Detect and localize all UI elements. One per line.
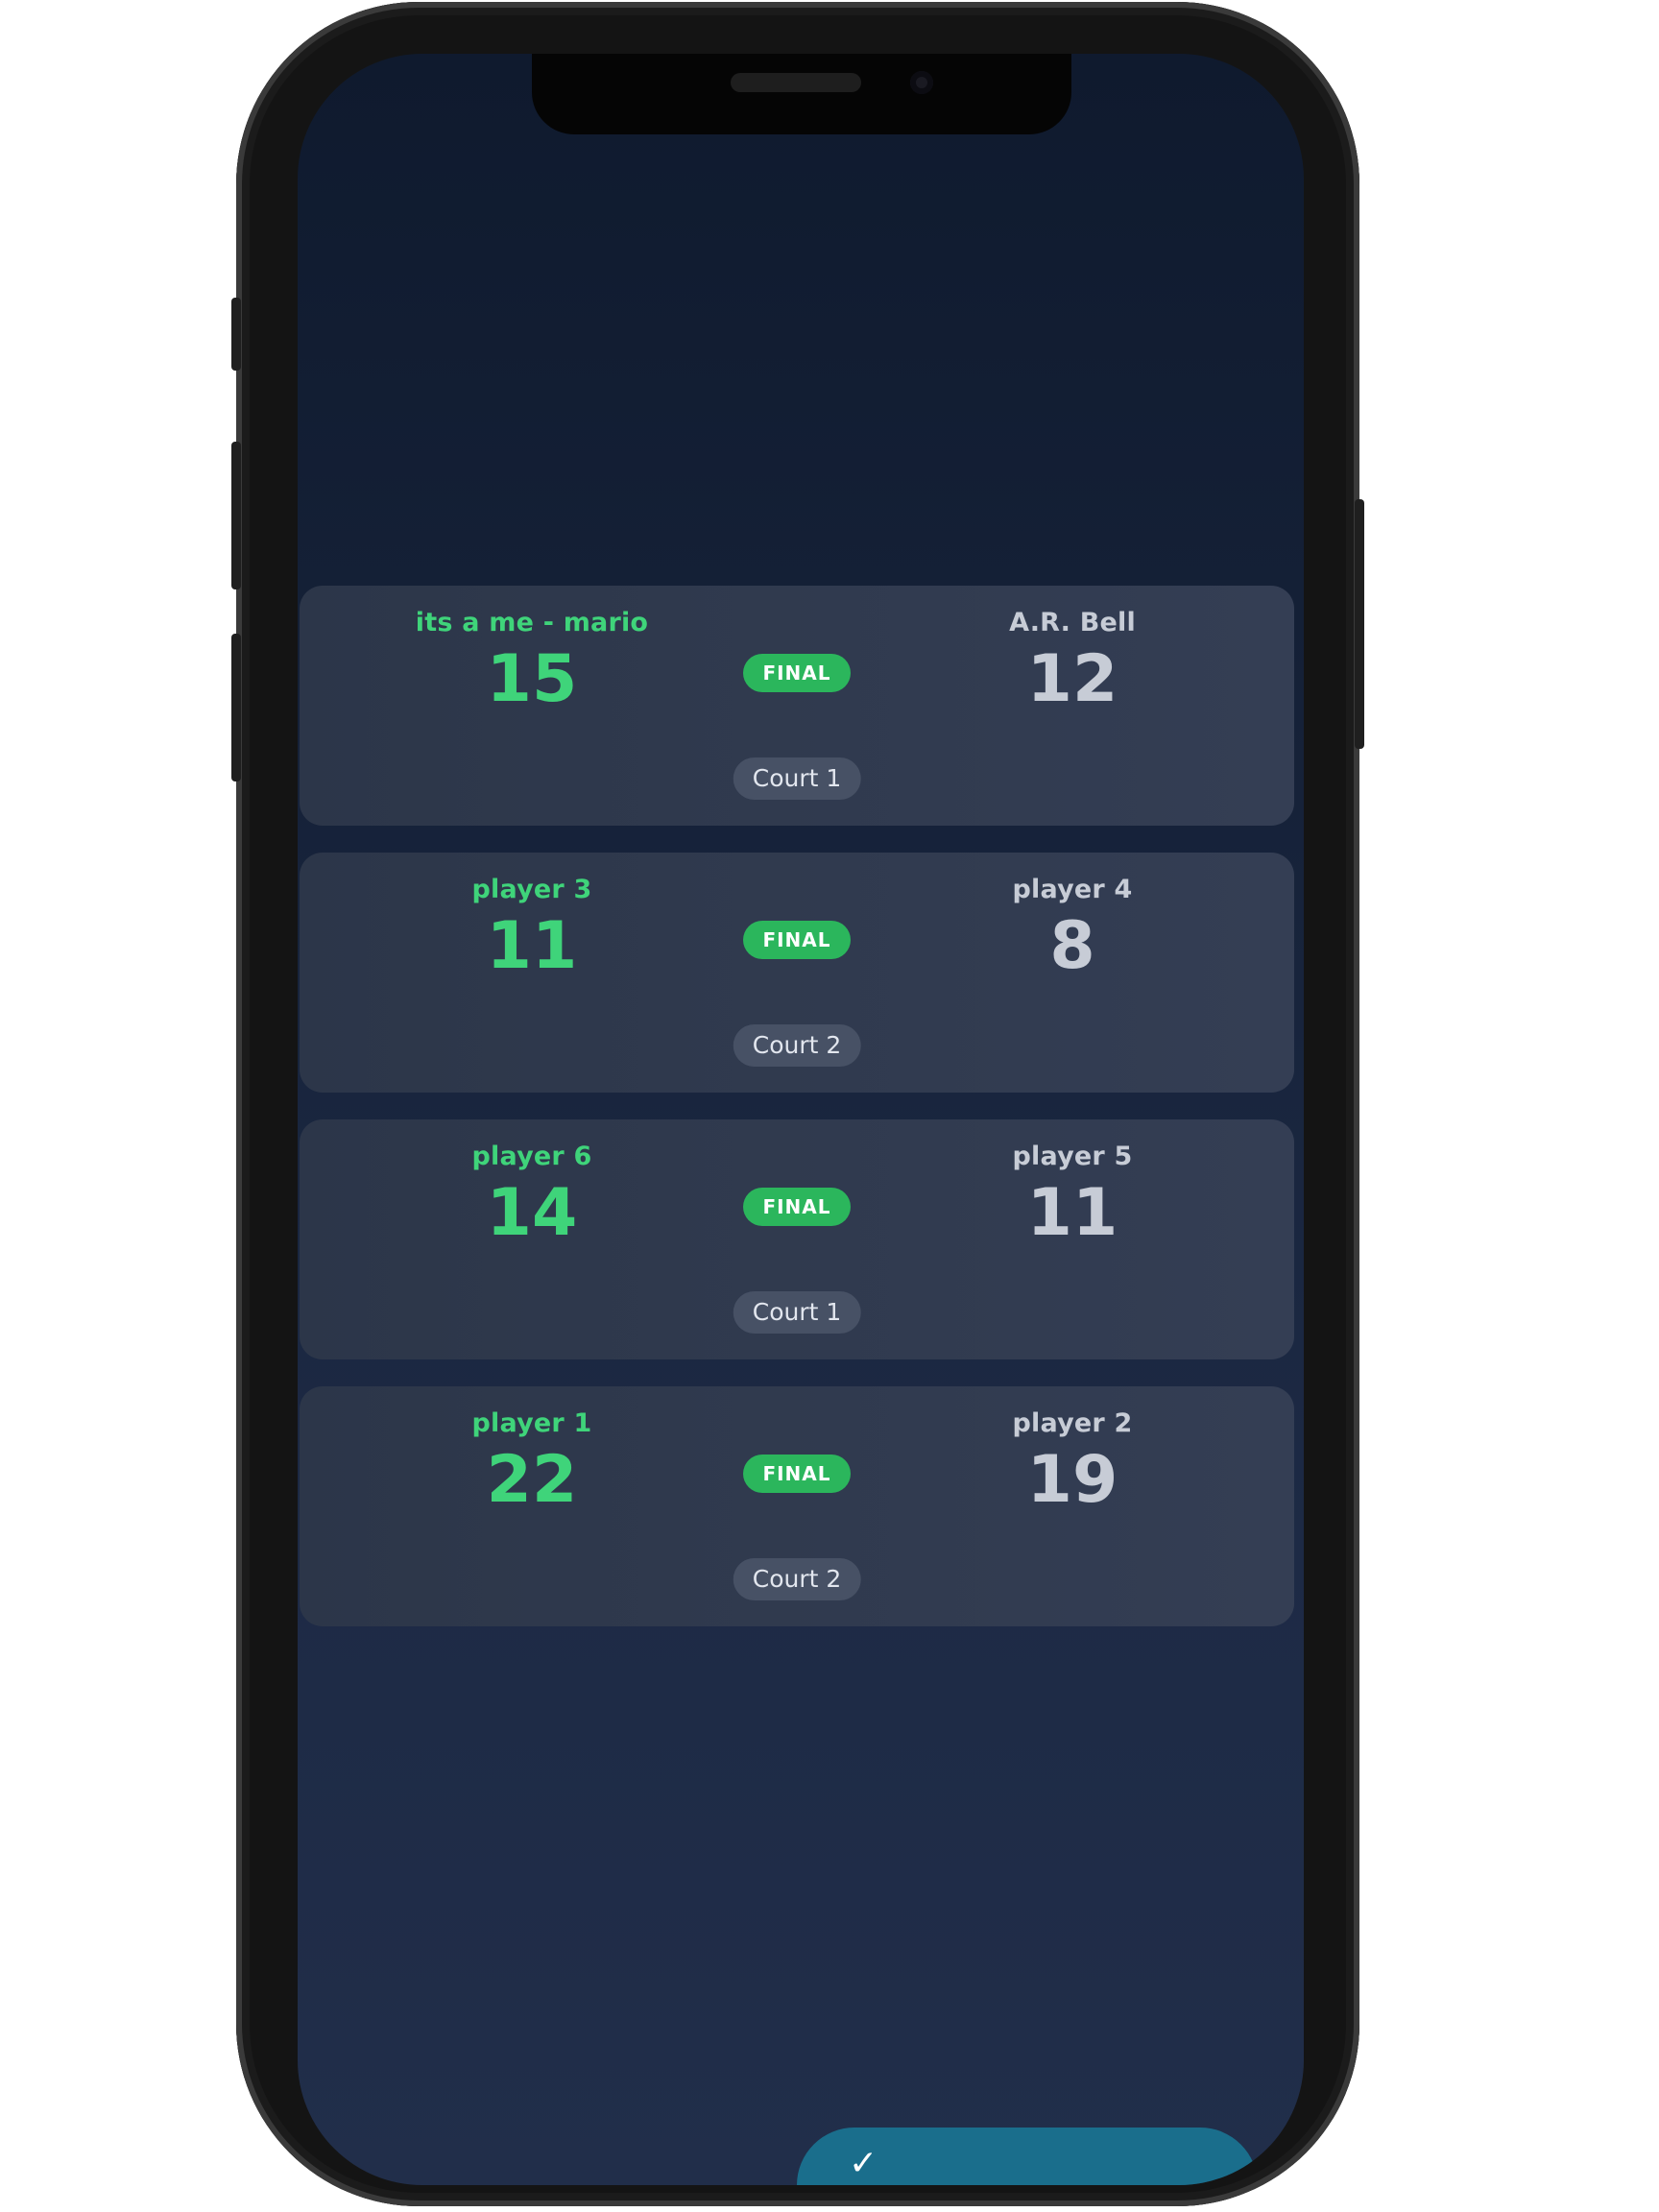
home-player: player 3 11	[378, 874, 685, 983]
court-badge: Court 2	[733, 1558, 861, 1600]
notch	[532, 54, 1071, 134]
front-camera	[910, 71, 933, 94]
match-list: its a me - mario 15 FINAL A.R. Bell 12 C…	[298, 586, 1304, 1653]
home-player-score: 22	[486, 1442, 578, 1518]
home-player-score: 11	[486, 908, 578, 984]
home-player-name: player 3	[471, 875, 592, 904]
home-player: player 1 22	[378, 1407, 685, 1517]
power-button	[1355, 499, 1364, 749]
away-player-name: player 4	[1012, 875, 1133, 904]
mute-switch	[231, 298, 241, 371]
home-player-score: 14	[486, 1175, 578, 1251]
away-player: player 5 11	[919, 1141, 1226, 1250]
away-player-name: player 5	[1012, 1142, 1133, 1171]
app-screen: its a me - mario 15 FINAL A.R. Bell 12 C…	[298, 54, 1304, 2185]
away-player-name: A.R. Bell	[1009, 608, 1136, 637]
match-card[interactable]: player 3 11 FINAL player 4 8 Court 2	[300, 853, 1294, 1093]
final-status-badge: FINAL	[743, 921, 851, 959]
away-player-score: 11	[1026, 1175, 1118, 1251]
final-status-badge: FINAL	[743, 1455, 851, 1493]
away-player-name: player 2	[1012, 1408, 1133, 1438]
court-badge: Court 1	[733, 757, 861, 800]
match-card[interactable]: its a me - mario 15 FINAL A.R. Bell 12 C…	[300, 586, 1294, 826]
home-player-score: 15	[486, 641, 578, 717]
home-player: its a me - mario 15	[378, 607, 685, 716]
home-player-name: player 1	[471, 1408, 592, 1438]
confirm-button[interactable]: ✓	[797, 2128, 1258, 2185]
volume-down-button	[231, 634, 241, 781]
home-player: player 6 14	[378, 1141, 685, 1250]
match-card[interactable]: player 6 14 FINAL player 5 11 Court 1	[300, 1119, 1294, 1359]
device-mockup: its a me - mario 15 FINAL A.R. Bell 12 C…	[0, 0, 1659, 2212]
home-player-name: player 6	[471, 1142, 592, 1171]
away-player: player 2 19	[919, 1407, 1226, 1517]
match-card[interactable]: player 1 22 FINAL player 2 19 Court 2	[300, 1386, 1294, 1626]
away-player-score: 8	[1049, 908, 1095, 984]
away-player: player 4 8	[919, 874, 1226, 983]
check-icon: ✓	[849, 2144, 878, 2183]
earpiece-speaker	[731, 73, 861, 92]
final-status-badge: FINAL	[743, 1188, 851, 1226]
away-player: A.R. Bell 12	[919, 607, 1226, 716]
court-badge: Court 2	[733, 1024, 861, 1067]
volume-up-button	[231, 442, 241, 589]
away-player-score: 12	[1026, 641, 1118, 717]
final-status-badge: FINAL	[743, 654, 851, 692]
court-badge: Court 1	[733, 1291, 861, 1334]
away-player-score: 19	[1026, 1442, 1118, 1518]
home-player-name: its a me - mario	[415, 608, 649, 637]
